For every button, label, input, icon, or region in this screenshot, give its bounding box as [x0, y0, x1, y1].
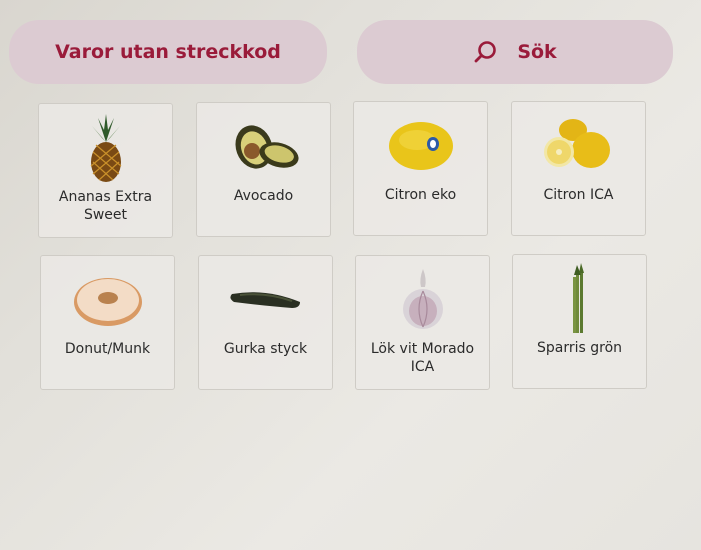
- product-tile-gurka[interactable]: Gurka styck: [198, 255, 333, 390]
- product-label: Donut/Munk: [64, 341, 151, 357]
- product-tile-ananas[interactable]: Ananas Extra Sweet: [38, 103, 173, 238]
- product-tile-sparris[interactable]: Sparris grön: [512, 254, 647, 389]
- avocado-icon: [197, 111, 330, 183]
- product-tile-lok[interactable]: Lök vit Morado ICA: [355, 255, 490, 390]
- pineapple-icon: [39, 112, 172, 184]
- lemon-icon: [354, 110, 487, 182]
- product-label: Gurka styck: [223, 341, 308, 357]
- product-tile-donut[interactable]: Donut/Munk: [40, 255, 175, 390]
- lemons-icon: [512, 110, 645, 182]
- product-label: Sparris grön: [536, 340, 623, 356]
- product-label: Citron eko: [384, 187, 457, 203]
- asparagus-icon: [513, 263, 646, 335]
- garlic-icon: [356, 264, 489, 336]
- product-label: Ananas Extra Sweet: [58, 189, 153, 223]
- product-tile-avocado[interactable]: Avocado: [196, 102, 331, 237]
- product-label: Lök vit Morado ICA: [370, 341, 475, 375]
- product-grid: Ananas Extra Sweet Avocado Citron eko Ci…: [0, 0, 701, 550]
- product-tile-citron-ica[interactable]: Citron ICA: [511, 101, 646, 236]
- cucumber-icon: [199, 264, 332, 336]
- product-tile-citron-eko[interactable]: Citron eko: [353, 101, 488, 236]
- product-label: Avocado: [233, 188, 294, 204]
- donut-icon: [41, 264, 174, 336]
- product-label: Citron ICA: [543, 187, 614, 203]
